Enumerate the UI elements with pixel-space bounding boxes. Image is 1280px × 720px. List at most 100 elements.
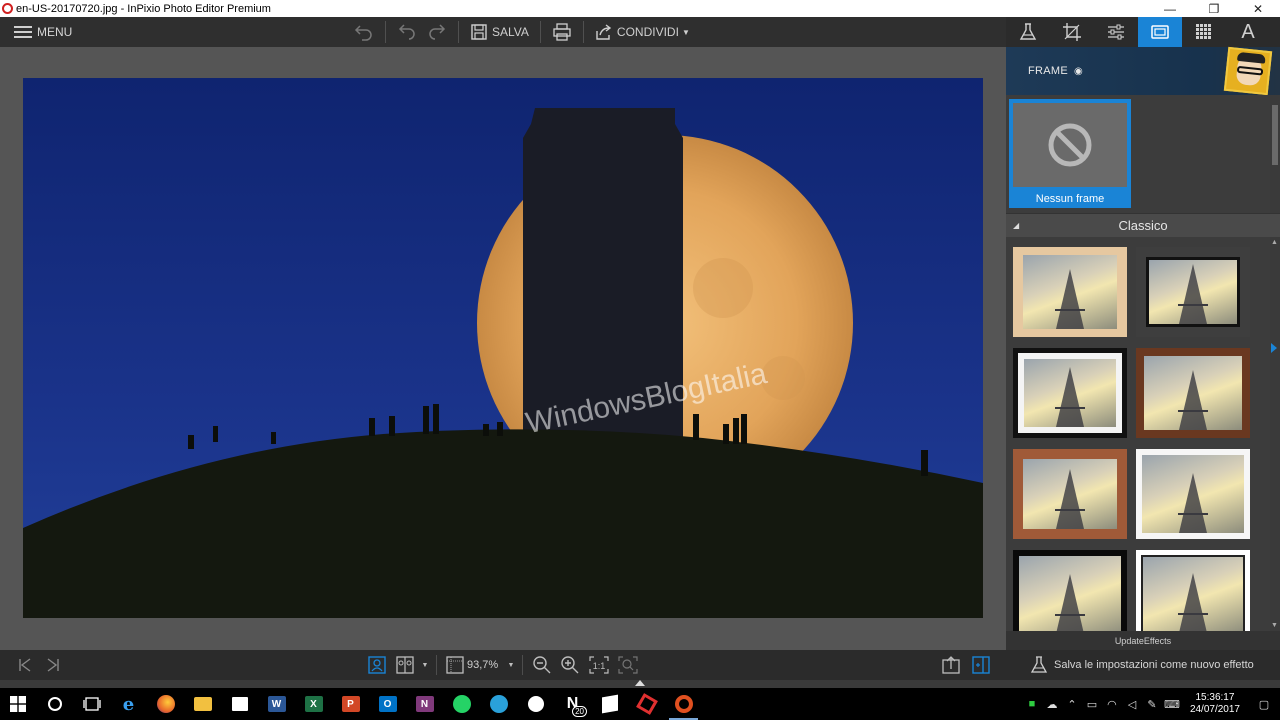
edge-app[interactable]: e	[110, 688, 147, 720]
zoom-in-button[interactable]	[558, 650, 582, 680]
expand-panel-icon[interactable]	[1271, 343, 1277, 353]
text-tab[interactable]: A	[1226, 17, 1270, 47]
frame-thumb-dark-gray[interactable]	[1136, 247, 1250, 337]
excel-app[interactable]: X	[295, 688, 332, 720]
single-view-icon	[368, 656, 386, 674]
taskview-button[interactable]	[73, 688, 110, 720]
update-effects-label[interactable]: UpdateEffects	[1006, 631, 1280, 650]
next-image-button[interactable]	[42, 650, 64, 680]
previous-image-button[interactable]	[14, 650, 36, 680]
zoom-in-icon	[561, 656, 579, 674]
zoom-dropdown-icon[interactable]: ▼	[506, 650, 516, 680]
print-button[interactable]	[547, 17, 577, 47]
no-frame-option[interactable]: Nessun frame	[1009, 99, 1131, 208]
outlook-app[interactable]: O	[369, 688, 406, 720]
app-icon	[2, 3, 13, 14]
word-app[interactable]: W	[258, 688, 295, 720]
collapse-triangle-icon: ◢	[1013, 221, 1020, 230]
scroll-up-icon[interactable]: ▲	[1271, 239, 1278, 246]
adjust-tab[interactable]	[1094, 17, 1138, 47]
menu-button[interactable]: MENU	[14, 25, 134, 39]
minimize-button[interactable]: —	[1148, 0, 1192, 17]
scroll-down-icon[interactable]: ▼	[1271, 622, 1278, 629]
frames-scrollbar[interactable]: ▲ ▼	[1270, 237, 1280, 631]
save-button[interactable]: SALVA	[465, 17, 534, 47]
frame-thumb-black[interactable]	[1013, 550, 1127, 631]
frame-thumb-white[interactable]	[1136, 449, 1250, 539]
chevron-up-icon[interactable]: ⌃	[1062, 698, 1082, 711]
frame-thumb-black-white[interactable]	[1013, 348, 1127, 438]
firefox-app[interactable]	[147, 688, 184, 720]
cloud-icon[interactable]: ☁	[1042, 698, 1062, 711]
eye-icon[interactable]: ◉	[1074, 66, 1083, 77]
crop-tab[interactable]	[1050, 17, 1094, 47]
battery-icon[interactable]: ▭	[1082, 698, 1102, 711]
whatsapp-icon	[452, 695, 471, 713]
share-label: CONDIVIDI	[616, 25, 679, 39]
taskview-icon	[82, 697, 101, 711]
share-icon	[596, 24, 612, 40]
flask-icon	[1030, 656, 1048, 673]
frame-tab[interactable]	[1138, 17, 1182, 47]
photo-image	[23, 78, 983, 618]
view-dropdown-icon[interactable]: ▼	[420, 650, 430, 680]
whatsapp-app[interactable]	[443, 688, 480, 720]
zoom-fit-button[interactable]	[616, 650, 640, 680]
save-icon	[471, 24, 487, 40]
frame-thumb-white-thin[interactable]	[1136, 550, 1250, 631]
search-button[interactable]	[36, 688, 73, 720]
top-scrollbar[interactable]	[1270, 95, 1280, 213]
close-button[interactable]: ✕	[1236, 0, 1280, 17]
notifications-icon[interactable]: ▢	[1248, 698, 1280, 711]
section-classico[interactable]: ◢ Classico	[1006, 213, 1280, 237]
n-app[interactable]: N 20	[554, 688, 591, 720]
volume-icon[interactable]: ◁	[1122, 698, 1142, 711]
frame-thumb-beige[interactable]	[1013, 247, 1127, 337]
start-button[interactable]	[0, 688, 36, 720]
redo-button[interactable]	[422, 17, 452, 47]
share-button[interactable]: CONDIVIDI ▼	[590, 17, 695, 47]
store-app[interactable]	[221, 688, 258, 720]
frame-thumb-wood[interactable]	[1013, 449, 1127, 539]
chevron-down-icon: ▼	[681, 27, 690, 37]
winstore-app[interactable]	[591, 688, 628, 720]
inpixio-app[interactable]	[665, 688, 702, 720]
telegram-app[interactable]	[480, 688, 517, 720]
clock-time: 15:36:17	[1195, 692, 1235, 703]
clock[interactable]: 15:36:17 24/07/2017	[1190, 692, 1240, 716]
rpi-app[interactable]	[628, 688, 665, 720]
skip-previous-icon	[19, 658, 31, 672]
effects-tab[interactable]	[1006, 17, 1050, 47]
save-effect-button[interactable]: Salva le impostazioni come nuovo effetto	[1030, 650, 1254, 680]
photo-preview: WindowsBlogItalia	[23, 78, 983, 618]
fit-frame-icon	[446, 656, 464, 674]
onenote-app[interactable]: N	[406, 688, 443, 720]
frame-thumb-brown[interactable]	[1136, 348, 1250, 438]
slack-app[interactable]	[517, 688, 554, 720]
texture-tab[interactable]	[1182, 17, 1226, 47]
toolbar-divider	[458, 21, 459, 43]
single-view-button[interactable]	[366, 650, 388, 680]
explorer-app[interactable]	[184, 688, 221, 720]
export-button[interactable]	[940, 650, 962, 680]
powerpoint-app[interactable]: P	[332, 688, 369, 720]
actual-size-button[interactable]: 1:1	[587, 650, 611, 680]
printer-icon	[553, 23, 571, 41]
zoom-value[interactable]: 93,7%	[467, 650, 498, 680]
image-canvas[interactable]: WindowsBlogItalia	[0, 47, 1006, 650]
expand-filmstrip-icon[interactable]	[635, 680, 645, 686]
wifi-icon[interactable]: ◠	[1102, 698, 1122, 711]
zoom-out-button[interactable]	[530, 650, 554, 680]
panel-toggle-button[interactable]	[970, 650, 992, 680]
mascot-avatar	[1223, 46, 1273, 96]
svg-text:1:1: 1:1	[593, 661, 606, 671]
undo-all-button[interactable]	[349, 17, 379, 47]
undo-button[interactable]	[392, 17, 422, 47]
compare-view-button[interactable]	[394, 650, 416, 680]
powerpoint-icon: P	[341, 696, 360, 712]
fit-frame-button[interactable]	[444, 650, 466, 680]
keyboard-icon[interactable]: ⌨	[1162, 698, 1182, 711]
shield-icon[interactable]: ■	[1022, 698, 1042, 710]
pen-icon[interactable]: ✎	[1142, 698, 1162, 711]
restore-button[interactable]: ❐	[1192, 0, 1236, 17]
